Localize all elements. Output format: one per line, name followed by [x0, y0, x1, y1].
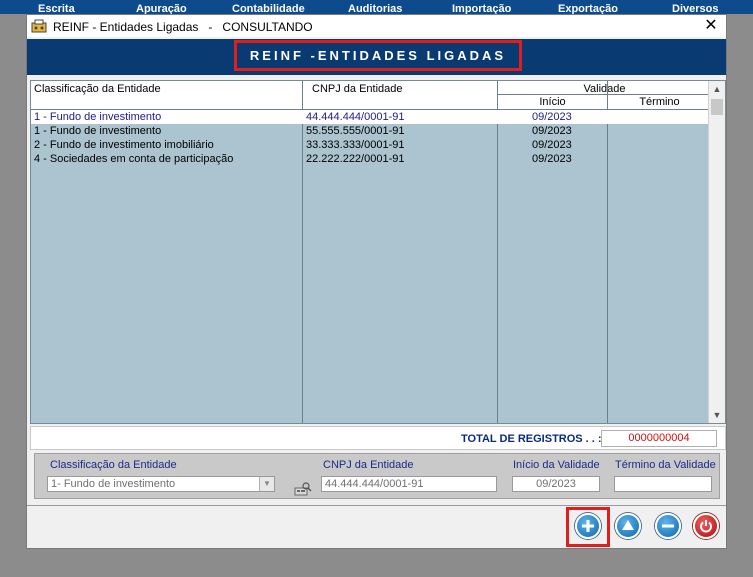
banner-title: REINF -ENTIDADES LIGADAS: [234, 40, 522, 71]
divider: [27, 505, 726, 506]
cell-classificacao: 1 - Fundo de investimento: [34, 125, 162, 137]
cnpj-label: CNPJ da Entidade: [323, 459, 414, 471]
cell-inicio: 09/2023: [532, 153, 572, 165]
cell-inicio: 09/2023: [532, 139, 572, 151]
termino-field[interactable]: [614, 476, 712, 492]
arrow-up-circle-icon: [622, 520, 634, 530]
total-bar: TOTAL DE REGISTROS . . : 0000000004: [30, 426, 726, 450]
classificacao-label: Classificação da Entidade: [50, 459, 177, 471]
total-label: TOTAL DE REGISTROS . . :: [461, 433, 602, 445]
title-bar: REINF - Entidades Ligadas - CONSULTANDO …: [27, 15, 726, 37]
header-validade: Validade: [497, 81, 711, 95]
header-termino[interactable]: Término: [607, 95, 711, 109]
cell-classificacao: 4 - Sociedades em conta de participação: [34, 153, 234, 165]
header-inicio[interactable]: Início: [497, 95, 607, 109]
exit-button[interactable]: [693, 513, 719, 539]
cell-classificacao: 2 - Fundo de investimento imobiliário: [34, 139, 214, 151]
lookup-icon[interactable]: [294, 481, 312, 497]
header-classificacao[interactable]: Classificação da Entidade: [31, 81, 302, 109]
cell-cnpj: 33.333.333/0001-91: [306, 139, 405, 151]
close-icon[interactable]: ✕: [700, 17, 722, 35]
table-row[interactable]: 1 - Fundo de investimento 55.555.555/000…: [31, 124, 711, 138]
termino-label: Término da Validade: [615, 459, 716, 471]
entities-grid[interactable]: Classificação da Entidade CNPJ da Entida…: [30, 80, 726, 424]
banner: REINF -ENTIDADES LIGADAS: [27, 39, 726, 75]
entity-form: Classificação da Entidade 1- Fundo de in…: [34, 453, 720, 499]
scroll-thumb[interactable]: [711, 99, 723, 115]
cnpj-field[interactable]: 44.444.444/0001-91: [321, 476, 497, 492]
cell-cnpj: 55.555.555/0001-91: [306, 125, 405, 137]
chevron-down-icon[interactable]: ▼: [259, 477, 274, 491]
cell-cnpj: 22.222.222/0001-91: [306, 153, 405, 165]
scroll-up-icon[interactable]: ▲: [709, 81, 725, 97]
remove-button[interactable]: [655, 513, 681, 539]
vertical-scrollbar[interactable]: ▲ ▼: [708, 81, 725, 423]
cell-cnpj: 44.444.444/0001-91: [306, 111, 405, 123]
scroll-down-icon[interactable]: ▼: [709, 407, 725, 423]
window-title: REINF - Entidades Ligadas - CONSULTANDO: [53, 20, 313, 34]
table-row-selected[interactable]: 1 - Fundo de investimento 44.444.444/000…: [31, 110, 711, 124]
table-row[interactable]: 2 - Fundo de investimento imobiliário 33…: [31, 138, 711, 152]
move-up-button[interactable]: [615, 513, 641, 539]
plus-circle-icon: [582, 520, 594, 532]
cell-inicio: 09/2023: [532, 111, 572, 123]
add-button[interactable]: [575, 513, 601, 539]
table-row[interactable]: 4 - Sociedades em conta de participação …: [31, 152, 711, 166]
cell-inicio: 09/2023: [532, 125, 572, 137]
menu-bar: Escrita Apuração Contabilidade Auditoria…: [0, 0, 753, 15]
classificacao-select[interactable]: 1- Fundo de investimento ▼: [47, 476, 275, 492]
minus-circle-icon: [662, 524, 674, 528]
inicio-field[interactable]: 09/2023: [512, 476, 600, 492]
reinf-window: REINF - Entidades Ligadas - CONSULTANDO …: [26, 14, 727, 549]
classificacao-value: 1- Fundo de investimento: [51, 478, 176, 490]
header-cnpj[interactable]: CNPJ da Entidade: [302, 81, 497, 109]
inicio-label: Início da Validade: [513, 459, 600, 471]
cell-classificacao: 1 - Fundo de investimento: [34, 111, 162, 123]
power-icon: [700, 520, 712, 533]
total-value: 0000000004: [601, 430, 717, 447]
app-icon: [31, 19, 47, 33]
